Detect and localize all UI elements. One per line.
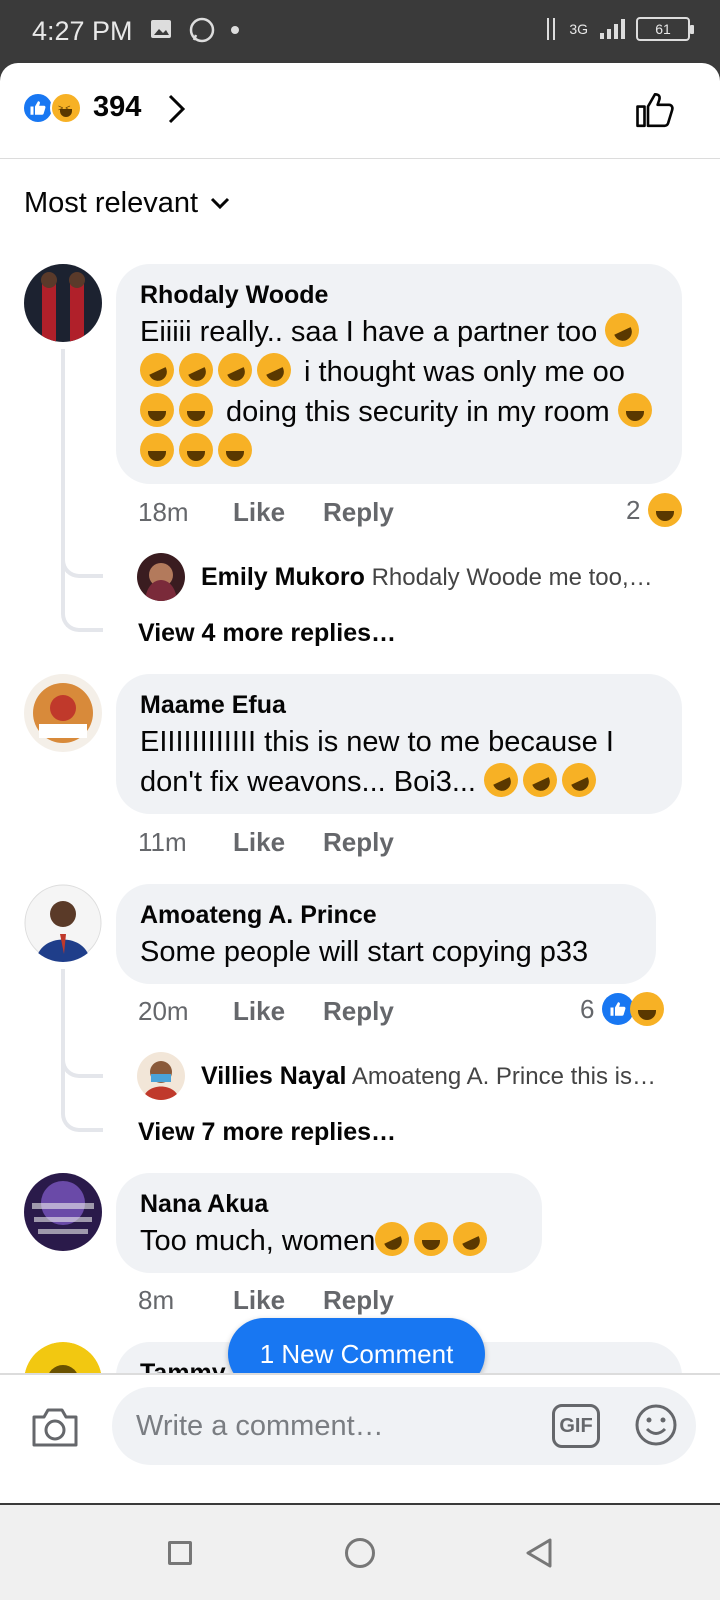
rofl-emoji-icon	[478, 757, 524, 803]
joy-emoji-icon	[617, 393, 652, 427]
comments-sheet: >< 394 Most relevant Rhodaly Woode Eiiii…	[0, 63, 720, 1503]
comment-actions: 20m Like Reply	[138, 996, 394, 1027]
system-navigation-bar	[0, 1505, 720, 1600]
comment-reaction-count[interactable]: 2	[626, 493, 687, 527]
comment-time: 20m	[138, 996, 189, 1026]
reply-button[interactable]: Reply	[323, 996, 394, 1027]
avatar[interactable]	[24, 674, 102, 752]
rofl-emoji-icon	[517, 757, 563, 803]
rofl-emoji-icon	[212, 347, 258, 393]
reaction-count[interactable]: 394	[93, 91, 141, 124]
joy-emoji-icon	[179, 433, 213, 467]
reply-text: Rhodaly Woode me too,…	[371, 564, 653, 591]
view-more-replies-link[interactable]: View 7 more replies…	[138, 1118, 396, 1147]
rofl-emoji-icon	[447, 1216, 493, 1262]
haha-reaction-icon	[630, 992, 665, 1026]
like-button[interactable]: Like	[233, 1285, 323, 1316]
comment-composer: GIF	[0, 1373, 720, 1478]
comment-bubble[interactable]: Rhodaly Woode Eiiiii really.. saa I have…	[116, 264, 682, 484]
rofl-emoji-icon	[134, 347, 180, 393]
comment-author[interactable]: Rhodaly Woode	[140, 278, 658, 312]
comment-time: 18m	[138, 497, 189, 527]
reply-button[interactable]: Reply	[323, 1285, 394, 1316]
joy-emoji-icon	[218, 433, 252, 467]
comment-author[interactable]: Nana Akua	[140, 1187, 518, 1221]
avatar[interactable]	[137, 553, 185, 601]
haha-reaction-icon	[648, 493, 683, 527]
back-button[interactable]	[524, 1537, 554, 1569]
view-more-replies-link[interactable]: View 4 more replies…	[138, 619, 396, 648]
battery-icon: 61	[636, 17, 694, 41]
reply-author: Villies Nayal	[201, 1062, 347, 1090]
thread-line	[61, 349, 103, 632]
joy-emoji-icon	[140, 433, 174, 467]
reply-author: Emily Mukoro	[201, 563, 365, 591]
rofl-emoji-icon	[251, 347, 297, 393]
rofl-emoji-icon	[369, 1216, 415, 1262]
comment-bubble[interactable]: Maame Efua EIIIIIIIIIIII this is new to …	[116, 674, 682, 814]
avatar[interactable]	[24, 884, 102, 962]
comment-reaction-count[interactable]: 6	[580, 992, 669, 1026]
joy-emoji-icon	[414, 1222, 449, 1256]
thumbs-up-icon[interactable]	[634, 89, 676, 131]
reactions-header[interactable]: >< 394	[0, 63, 720, 159]
home-button[interactable]	[345, 1538, 375, 1568]
data-transfer-icon	[547, 18, 556, 40]
camera-icon[interactable]	[30, 1405, 80, 1449]
thread-line	[61, 969, 103, 1132]
reply-text: Amoateng A. Prince this is…	[351, 1063, 656, 1090]
comment-bubble[interactable]: Nana Akua Too much, women	[116, 1173, 542, 1273]
sort-label: Most relevant	[24, 187, 199, 219]
comment-text: EIIIIIIIIIIII this is new to me because …	[140, 722, 658, 803]
comment-author[interactable]: Maame Efua	[140, 688, 658, 722]
network-type: 3G	[569, 21, 588, 37]
comment-text: Eiiiii really.. saa I have a partner too…	[134, 307, 658, 472]
reply-preview[interactable]: Emily Mukoro Rhodaly Woode me too,…	[201, 563, 671, 592]
like-button[interactable]: Like	[233, 996, 323, 1027]
comment-time: 11m	[138, 827, 187, 857]
like-button[interactable]: Like	[233, 827, 323, 858]
avatar[interactable]	[24, 1173, 102, 1251]
comment-actions: 8m Like Reply	[138, 1285, 394, 1316]
recents-button[interactable]	[168, 1541, 192, 1565]
comment-actions: 18m Like Reply	[138, 497, 394, 528]
rofl-emoji-icon	[556, 757, 602, 803]
notification-icons	[150, 16, 240, 44]
comment-bubble[interactable]: Amoateng A. Prince Some people will star…	[116, 884, 656, 984]
gallery-notification-icon	[151, 20, 171, 38]
haha-reaction-icon: ><	[50, 92, 82, 124]
whatsapp-notification-icon	[189, 17, 215, 43]
emoji-icon[interactable]	[634, 1403, 678, 1447]
chevron-right-icon[interactable]	[166, 93, 188, 125]
gif-button[interactable]: GIF	[552, 1404, 600, 1448]
comment-author[interactable]: Amoateng A. Prince	[140, 898, 632, 932]
joy-emoji-icon	[140, 393, 174, 427]
comment-time: 8m	[138, 1285, 175, 1315]
status-time: 4:27 PM	[32, 16, 133, 46]
comment-text: Some people will start copying p33	[140, 936, 589, 968]
avatar[interactable]	[24, 264, 102, 342]
rofl-emoji-icon	[173, 347, 219, 393]
avatar[interactable]	[137, 1052, 185, 1100]
comment-actions: 11m Like Reply	[138, 827, 394, 858]
rofl-emoji-icon	[599, 307, 645, 353]
reaction-icons: ><	[22, 92, 82, 124]
reply-button[interactable]: Reply	[323, 827, 394, 858]
sort-dropdown[interactable]: Most relevant	[24, 187, 230, 220]
joy-emoji-icon	[179, 393, 213, 427]
dot-icon	[231, 26, 239, 34]
status-bar: 4:27 PM 3G 61	[0, 0, 720, 64]
like-button[interactable]: Like	[233, 497, 323, 528]
signal-icon	[600, 19, 625, 39]
system-icons: 3G 61	[543, 16, 694, 42]
chevron-down-icon	[211, 197, 230, 209]
reply-button[interactable]: Reply	[323, 497, 394, 528]
comment-text: Too much, women	[140, 1216, 518, 1262]
comment-input[interactable]	[112, 1387, 696, 1465]
reply-preview[interactable]: Villies Nayal Amoateng A. Prince this is…	[201, 1062, 681, 1091]
